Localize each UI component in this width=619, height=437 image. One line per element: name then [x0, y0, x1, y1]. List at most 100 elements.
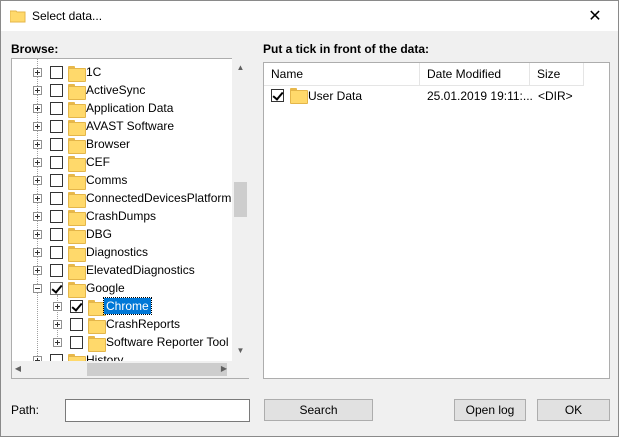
tree-item-label: ActiveSync [86, 83, 146, 97]
collapse-minus-icon[interactable] [33, 284, 42, 293]
folder-icon [290, 88, 308, 104]
tree-item-checkbox[interactable] [70, 318, 83, 331]
list-item-checkbox[interactable] [271, 89, 284, 102]
tree-item-checkbox[interactable] [50, 228, 63, 241]
scroll-up-arrow-icon[interactable]: ▲ [232, 63, 249, 72]
expand-plus-icon[interactable] [33, 68, 42, 77]
scroll-left-arrow-icon[interactable]: ◀ [13, 364, 23, 373]
list-header: Name Date Modified Size [264, 63, 584, 86]
tree-item-checkbox[interactable] [50, 246, 63, 259]
column-header-name[interactable]: Name [264, 63, 420, 86]
expand-plus-icon[interactable] [33, 86, 42, 95]
tree-item-checkbox[interactable] [70, 336, 83, 349]
column-header-date-modified[interactable]: Date Modified [420, 63, 530, 86]
expand-plus-icon[interactable] [33, 212, 42, 221]
tree-item-checkbox[interactable] [50, 66, 63, 79]
tree-item-checkbox[interactable] [50, 156, 63, 169]
tree-item-checkbox[interactable] [50, 174, 63, 187]
tree-item[interactable]: Chrome [12, 297, 234, 316]
expand-plus-icon[interactable] [33, 248, 42, 257]
column-header-size[interactable]: Size [530, 63, 584, 86]
tree-item[interactable]: Application Data [12, 100, 234, 118]
expand-plus-icon[interactable] [33, 194, 42, 203]
tree-item-checkbox[interactable] [50, 102, 63, 115]
tree-item[interactable]: Comms [12, 172, 234, 190]
folder-icon [68, 174, 86, 190]
folder-icon [68, 102, 86, 118]
expand-plus-icon[interactable] [53, 338, 62, 347]
tree-item-checkbox[interactable] [70, 300, 83, 313]
tree-item-label: Software Reporter Tool [106, 335, 229, 349]
folder-icon [68, 192, 86, 208]
tree-item[interactable]: ConnectedDevicesPlatform [12, 190, 234, 208]
list-item-name: User Data [308, 89, 363, 103]
tree-item-label: 1C [86, 65, 102, 79]
tree-item[interactable]: DBG [12, 226, 234, 244]
tree-item[interactable]: CrashReports [12, 316, 234, 334]
tree-item[interactable]: CEF [12, 154, 234, 172]
expand-plus-icon[interactable] [33, 140, 42, 149]
close-icon[interactable]: ✕ [588, 6, 601, 26]
tree-item-label: AVAST Software [86, 119, 175, 133]
data-list[interactable]: Name Date Modified Size User Data 25.01.… [263, 62, 610, 379]
folder-icon [88, 300, 106, 316]
tree-item-label: Application Data [86, 101, 174, 115]
tree-item-label: Diagnostics [86, 245, 149, 259]
tree-item-label: Chrome [103, 297, 152, 315]
tree-item-label: Google [86, 281, 125, 295]
tree-item[interactable]: Google [12, 280, 234, 298]
expand-plus-icon[interactable] [33, 122, 42, 131]
tree-item-checkbox[interactable] [50, 282, 63, 295]
folder-icon [68, 246, 86, 262]
window-title: Select data... [32, 9, 103, 23]
tree-item-label: ConnectedDevicesPlatform [86, 191, 232, 205]
folder-icon [68, 264, 86, 280]
expand-plus-icon[interactable] [33, 266, 42, 275]
folder-icon [68, 84, 86, 100]
path-input[interactable] [65, 399, 250, 422]
open-log-button-label: Open log [465, 403, 515, 417]
tree-item[interactable]: ActiveSync [12, 82, 234, 100]
expand-plus-icon[interactable] [53, 320, 62, 329]
scroll-corner [232, 361, 249, 378]
tree-item-checkbox[interactable] [50, 120, 63, 133]
expand-plus-icon[interactable] [33, 104, 42, 113]
folder-icon [9, 10, 26, 23]
search-button[interactable]: Search [264, 399, 373, 421]
tree-item-checkbox[interactable] [50, 264, 63, 277]
tree-item-label: CrashDumps [86, 209, 157, 223]
tree-item[interactable]: Browser [12, 136, 234, 154]
ok-button-label: OK [564, 403, 583, 417]
expand-plus-icon[interactable] [33, 230, 42, 239]
tree-item-checkbox[interactable] [50, 138, 63, 151]
tree-vertical-scroll-thumb[interactable] [234, 182, 247, 217]
tree-item[interactable]: 1C [12, 64, 234, 82]
folder-icon [68, 156, 86, 172]
ok-button[interactable]: OK [537, 399, 610, 421]
folder-icon [68, 210, 86, 226]
tree-item-checkbox[interactable] [50, 192, 63, 205]
scroll-right-arrow-icon[interactable]: ▶ [219, 364, 229, 373]
data-panel-label: Put a tick in front of the data: [263, 42, 430, 56]
tree-item-checkbox[interactable] [50, 84, 63, 97]
expand-plus-icon[interactable] [53, 302, 62, 311]
scroll-down-arrow-icon[interactable]: ▼ [232, 346, 249, 355]
close-button[interactable]: ✕ [572, 1, 618, 31]
tree-horizontal-scroll-thumb[interactable] [87, 363, 227, 376]
list-item[interactable]: User Data 25.01.2019 19:11:... <DIR> [264, 87, 604, 105]
tree-item[interactable]: ElevatedDiagnostics [12, 262, 234, 280]
tree-item[interactable]: Diagnostics [12, 244, 234, 262]
tree-item-label: ElevatedDiagnostics [86, 263, 195, 277]
folder-icon [68, 138, 86, 154]
tree-item-label: DBG [86, 227, 113, 241]
tree-item[interactable]: AVAST Software [12, 118, 234, 136]
open-log-button[interactable]: Open log [454, 399, 526, 421]
tree-item-checkbox[interactable] [50, 210, 63, 223]
tree-item[interactable]: CrashDumps [12, 208, 234, 226]
tree-item[interactable]: Software Reporter Tool [12, 334, 234, 352]
folder-icon [68, 282, 86, 298]
folder-tree[interactable]: 1C ActiveSync Application Data AVAST Softwa… [11, 58, 249, 379]
expand-plus-icon[interactable] [33, 176, 42, 185]
select-data-dialog: Select data... ✕ Browse: Put a tick in f… [0, 0, 619, 437]
expand-plus-icon[interactable] [33, 158, 42, 167]
